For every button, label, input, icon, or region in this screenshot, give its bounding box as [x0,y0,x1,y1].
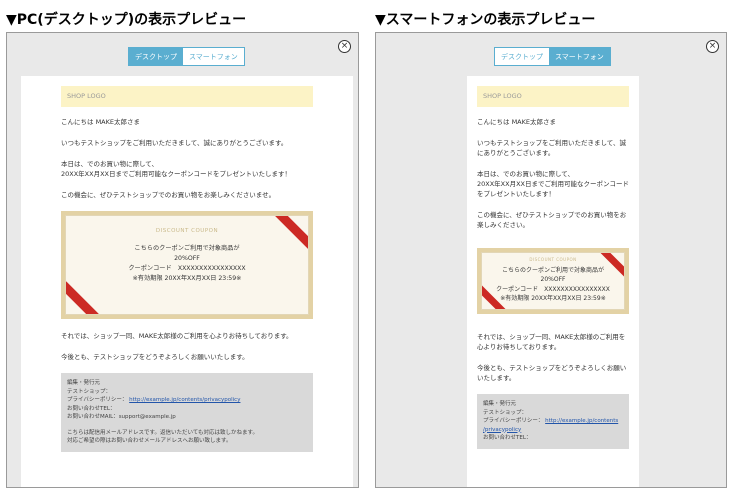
closing-text: それでは、ショップ一同、MAKE太郎様のご利用を心よりお待ちしております。 [61,332,293,340]
coupon-code: クーポンコード XXXXXXXXXXXXXXXX [128,265,246,272]
footer-tel: お問い合わせTEL： [483,435,532,441]
invite-text: この機会に、ぜひテストショップでのお買い物をお楽しみくださいませ。 [61,191,276,199]
footer-mail: お問い合わせMAIL：support@example.jp [67,414,176,420]
coupon-line-1: こちらのクーポンご利用で対象商品が [134,245,240,252]
smartphone-tab[interactable]: スマートフォン [549,48,610,65]
footer-tel: お問い合わせTEL： [67,405,116,412]
close-icon[interactable]: × [338,40,351,53]
footer-privacy: プライバシーポリシー： http://example.jp/contents/p… [67,396,307,405]
mail-footer: 編集・発行元 テストショップ： プライバシーポリシー： http://examp… [477,394,629,449]
intro-line-1: 本日は、でのお買い物に際して、 [61,160,158,168]
close-icon[interactable]: × [706,40,719,53]
coupon-code: クーポンコード XXXXXXXXXXXXXXXX [496,285,610,293]
intro-text: 本日は、でのお買い物に際して、 20XX年XX月XX日までご利用可能なクーポンコ… [61,159,313,179]
greeting-text: こんにちは MAKE太郎さま [477,118,556,126]
privacy-label: プライバシーポリシー： [67,397,128,403]
intro-line-2: 20XX年XX月XX日までご利用可能なクーポンコードをプレゼントいたします！ [477,180,629,198]
coupon-title: DISCOUNT COUPON [529,257,577,262]
smartphone-tab[interactable]: スマートフォン [183,48,244,65]
mail-preview: SHOP LOGO こんにちは MAKE太郎さま いつもテストショップをご利用い… [467,76,639,487]
sp-preview-heading: ▼スマートフォンの表示プレビュー [375,12,596,28]
privacy-link[interactable]: http://example.jp/contents [545,418,618,424]
shop-logo: SHOP LOGO [477,86,629,107]
coupon-expiry: ※有効期限 20XX年XX月XX日 23:59※ [500,295,606,302]
greeting-text: こんにちは MAKE太郎さま [61,118,140,126]
sp-preview-frame: デスクトップ スマートフォン × SHOP LOGO こんにちは MAKE太郎さ… [375,32,727,488]
shop-logo: SHOP LOGO [61,86,313,107]
coupon-title: DISCOUNT COUPON [155,228,219,234]
discount-coupon: DISCOUNT COUPON こちらのクーポンご利用で対象商品が 20%OFF… [477,248,629,314]
privacy-label: プライバシーポリシー： [483,418,544,424]
pc-preview-heading: ▼PC(デスクトップ)の表示プレビュー [6,12,247,28]
footer-privacy: プライバシーポリシー： http://example.jp/contents [483,417,623,426]
privacy-link[interactable]: http://example.jp/contents/privacypolicy [129,397,240,403]
desktop-tab[interactable]: デスクトップ [129,48,183,65]
discount-coupon: DISCOUNT COUPON こちらのクーポンご利用で対象商品が 20%OFF… [61,211,313,319]
regards-text: 今後とも、テストショップをどうぞよろしくお願いいたします。 [477,364,627,382]
mail-footer: 編集・発行元 テストショップ： プライバシーポリシー： http://examp… [61,373,313,452]
footer-shop: テストショップ： [483,409,528,416]
thanks-text: いつもテストショップをご利用いただきまして、誠にありがとうございます。 [477,139,626,157]
view-toggle: デスクトップ スマートフォン [494,47,611,66]
thanks-text: いつもテストショップをご利用いただきまして、誠にありがとうございます。 [61,139,288,147]
privacy-link-continued[interactable]: /privacypolicy [483,427,521,433]
footer-notice-2: 対応ご希望の際はお問い合わせメールアドレスへお願い致します。 [67,438,232,444]
intro-line-2: 20XX年XX月XX日までご利用可能なクーポンコードをプレゼントいたします！ [61,170,291,178]
coupon-discount: 20%OFF [540,276,566,283]
intro-line-1: 本日は、でのお買い物に際して、 [477,170,574,178]
coupon-discount: 20%OFF [174,255,200,262]
footer-notice-1: こちらは配信用メールアドレスです。返信いただいても対応は致しかねます。 [67,429,258,436]
closing-text: それでは、ショップ一同、MAKE太郎様のご利用を心よりお待ちしております。 [477,333,626,351]
footer-publisher: 編集・発行元 [67,380,101,386]
pc-preview-frame: デスクトップ スマートフォン × SHOP LOGO こんにちは MAKE太郎さ… [6,32,359,488]
coupon-line-1: こちらのクーポンご利用で対象商品が [501,266,604,274]
desktop-tab[interactable]: デスクトップ [495,48,549,65]
regards-text: 今後とも、テストショップをどうぞよろしくお願いいたします。 [61,353,249,361]
intro-text: 本日は、でのお買い物に際して、 20XX年XX月XX日までご利用可能なクーポンコ… [477,169,629,199]
footer-publisher: 編集・発行元 [483,401,517,407]
coupon-expiry: ※有効期限 20XX年XX月XX日 23:59※ [132,275,242,282]
mail-preview: SHOP LOGO こんにちは MAKE太郎さま いつもテストショップをご利用い… [21,76,353,487]
view-toggle: デスクトップ スマートフォン [128,47,245,66]
footer-shop: テストショップ： [67,388,112,395]
invite-text: この機会に、ぜひテストショップでのお買い物をお楽しみください。 [477,211,627,229]
